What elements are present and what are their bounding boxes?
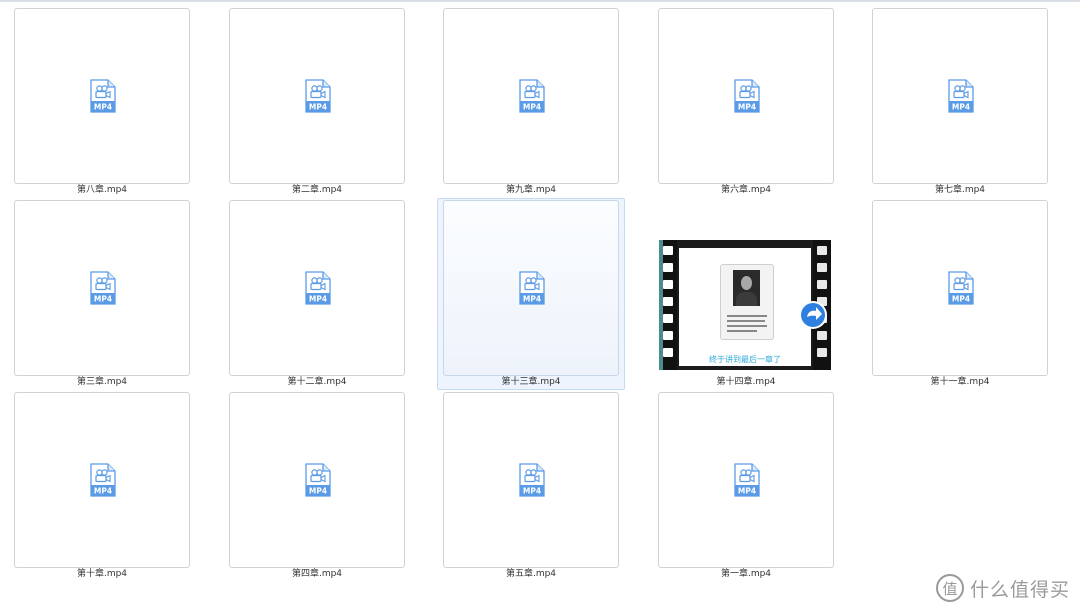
portrait-photo <box>733 270 760 306</box>
svg-text:MP4: MP4 <box>952 103 970 112</box>
file-item[interactable]: MP4 第八章.mp4 <box>14 8 190 195</box>
video-file-icon: MP4 <box>733 79 761 113</box>
film-edge <box>659 240 663 370</box>
file-thumbnail[interactable]: MP4 <box>872 200 1048 376</box>
svg-text:MP4: MP4 <box>523 103 541 112</box>
watermark-logo-icon: 值 <box>935 574 964 602</box>
video-file-icon: MP4 <box>518 79 546 113</box>
file-item[interactable]: 终于讲到最后一章了 第十四章.mp4 <box>658 200 834 387</box>
watermark: 值 什么值得买 <box>935 574 1070 602</box>
svg-text:MP4: MP4 <box>523 487 541 496</box>
video-file-icon: MP4 <box>89 463 117 497</box>
file-grid: MP4 第八章.mp4 MP4 第二章.mp4 MP4 第九章.mp4 MP4 … <box>0 0 1080 610</box>
file-item[interactable]: MP4 第十一章.mp4 <box>872 200 1048 387</box>
file-thumbnail[interactable]: MP4 <box>658 392 834 568</box>
file-name-label: 第一章.mp4 <box>720 569 772 579</box>
file-item[interactable]: MP4 第九章.mp4 <box>443 8 619 195</box>
file-item[interactable]: MP4 第三章.mp4 <box>14 200 190 387</box>
svg-text:MP4: MP4 <box>309 487 327 496</box>
file-name-label: 第十一章.mp4 <box>930 377 990 387</box>
watermark-text: 什么值得买 <box>969 578 1070 601</box>
file-name-label: 第三章.mp4 <box>76 377 128 387</box>
svg-text:MP4: MP4 <box>738 103 756 112</box>
video-file-icon: MP4 <box>947 271 975 305</box>
file-thumbnail[interactable]: 终于讲到最后一章了 <box>658 200 832 374</box>
svg-text:MP4: MP4 <box>523 295 541 304</box>
svg-text:MP4: MP4 <box>738 487 756 496</box>
video-file-icon: MP4 <box>947 79 975 113</box>
file-thumbnail[interactable]: MP4 <box>443 200 619 376</box>
file-item[interactable]: MP4 第六章.mp4 <box>658 8 834 195</box>
file-item[interactable]: MP4 第四章.mp4 <box>229 392 405 579</box>
file-item[interactable]: MP4 第二章.mp4 <box>229 8 405 195</box>
file-name-label: 第十三章.mp4 <box>501 377 561 387</box>
video-file-icon: MP4 <box>89 271 117 305</box>
svg-text:MP4: MP4 <box>94 295 112 304</box>
file-thumbnail[interactable]: MP4 <box>872 8 1048 184</box>
file-name-label: 第九章.mp4 <box>505 185 557 195</box>
file-thumbnail[interactable]: MP4 <box>229 200 405 376</box>
document-image <box>720 264 774 340</box>
svg-text:MP4: MP4 <box>94 487 112 496</box>
video-file-icon: MP4 <box>304 79 332 113</box>
file-thumbnail[interactable]: MP4 <box>14 8 190 184</box>
video-file-icon: MP4 <box>304 271 332 305</box>
svg-text:MP4: MP4 <box>309 295 327 304</box>
file-name-label: 第七章.mp4 <box>934 185 986 195</box>
file-thumbnail[interactable]: MP4 <box>229 392 405 568</box>
video-file-icon: MP4 <box>304 463 332 497</box>
video-caption: 终于讲到最后一章了 <box>709 355 781 364</box>
video-screen: 终于讲到最后一章了 <box>679 248 811 366</box>
file-item[interactable]: MP4 第七章.mp4 <box>872 8 1048 195</box>
file-name-label: 第二章.mp4 <box>291 185 343 195</box>
file-thumbnail[interactable]: MP4 <box>14 392 190 568</box>
file-name-label: 第六章.mp4 <box>720 185 772 195</box>
file-name-label: 第十章.mp4 <box>76 569 128 579</box>
video-file-icon: MP4 <box>518 271 546 305</box>
file-item[interactable]: MP4 第十三章.mp4 <box>437 198 625 390</box>
file-name-label: 第八章.mp4 <box>76 185 128 195</box>
file-item[interactable]: MP4 第十二章.mp4 <box>229 200 405 387</box>
svg-text:MP4: MP4 <box>94 103 112 112</box>
play-arrow-icon <box>798 300 828 330</box>
video-file-icon: MP4 <box>733 463 761 497</box>
file-item[interactable]: MP4 第五章.mp4 <box>443 392 619 579</box>
file-thumbnail[interactable]: MP4 <box>443 8 619 184</box>
file-name-label: 第四章.mp4 <box>291 569 343 579</box>
svg-text:MP4: MP4 <box>952 295 970 304</box>
file-name-label: 第十四章.mp4 <box>716 377 776 387</box>
video-file-icon: MP4 <box>89 79 117 113</box>
file-name-label: 第十二章.mp4 <box>287 377 347 387</box>
svg-text:MP4: MP4 <box>309 103 327 112</box>
file-name-label: 第五章.mp4 <box>505 569 557 579</box>
file-thumbnail[interactable]: MP4 <box>443 392 619 568</box>
file-thumbnail[interactable]: MP4 <box>229 8 405 184</box>
file-item[interactable]: MP4 第十章.mp4 <box>14 392 190 579</box>
file-thumbnail[interactable]: MP4 <box>14 200 190 376</box>
video-file-icon: MP4 <box>518 463 546 497</box>
file-item[interactable]: MP4 第一章.mp4 <box>658 392 834 579</box>
file-thumbnail[interactable]: MP4 <box>658 8 834 184</box>
